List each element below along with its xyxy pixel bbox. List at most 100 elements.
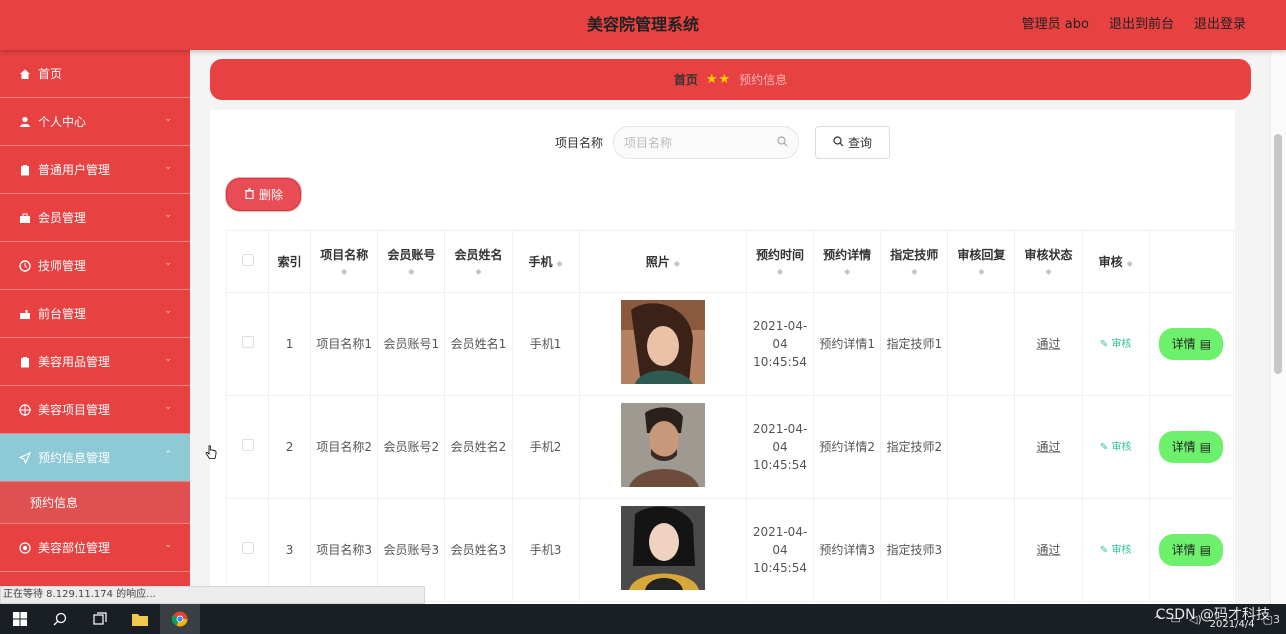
sidebar-item-technician-management[interactable]: 技师管理 ⌄ <box>0 242 190 290</box>
cell-phone: 手机3 <box>511 498 580 602</box>
sidebar-item-frontdesk-management[interactable]: 前台管理 ⌄ <box>0 290 190 338</box>
detail-button[interactable]: 详情 ▤ <box>1159 328 1224 360</box>
detail-button[interactable]: 详情 ▤ <box>1159 534 1224 566</box>
windows-start-icon[interactable] <box>0 604 40 634</box>
table-row: 1 项目名称1 会员账号1 会员姓名1 手机1 2021-04-04 10:45… <box>225 292 1235 396</box>
task-view-icon[interactable] <box>80 604 120 634</box>
cell-audit: ✎ 审核 <box>1081 498 1150 602</box>
cell-status: 通过 <box>1014 292 1083 396</box>
cell-detail: 预约详情2 <box>813 395 882 499</box>
appointment-table: 索引 项目名称 ◆ 会员账号 ◆ 会员姓名 ◆ 手机 ◆ 照片 ◆ 预约时间 ◆ 预约详情 ◆… <box>225 230 1235 602</box>
sidebar-item-user-management[interactable]: 普通用户管理 ⌄ <box>0 146 190 194</box>
chevron-down-icon: ⌄ <box>164 306 172 316</box>
col-detail[interactable]: 预约详情 ◆ <box>813 230 882 293</box>
delete-button[interactable]: 删除 <box>226 178 301 211</box>
logout-link[interactable]: 退出登录 <box>1194 0 1246 50</box>
col-audit[interactable]: 审核 ◆ <box>1081 230 1150 293</box>
cell-actions: 详情 ▤ <box>1148 395 1235 499</box>
clipboard-icon <box>18 355 32 369</box>
audit-link[interactable]: ✎ 审核 <box>1100 442 1132 453</box>
sidebar-item-home[interactable]: 首页 <box>0 50 190 98</box>
cell-audit: ✎ 审核 <box>1081 395 1150 499</box>
col-name[interactable]: 会员姓名 ◆ <box>444 230 513 293</box>
cell-photo <box>578 395 747 499</box>
cell-tech: 指定技师2 <box>880 395 949 499</box>
watermark-text: CSDN @码才科技 <box>1155 607 1270 623</box>
sidebar-item-beauty-supplies-management[interactable]: 美容用品管理 ⌄ <box>0 338 190 386</box>
row-checkbox[interactable] <box>225 395 270 499</box>
search-icon <box>777 135 788 150</box>
admin-label[interactable]: 管理员 abo <box>1022 0 1089 50</box>
audit-link[interactable]: ✎ 审核 <box>1100 339 1132 350</box>
send-icon <box>18 451 32 465</box>
sort-icon: ◆ <box>341 267 348 276</box>
sidebar-item-label: 预约信息管理 <box>38 451 111 465</box>
cell-tech: 指定技师3 <box>880 498 949 602</box>
sidebar-item-label: 个人中心 <box>38 115 87 129</box>
col-tech[interactable]: 指定技师 ◆ <box>880 230 949 293</box>
col-actions <box>1148 230 1235 293</box>
sort-icon: ◆ <box>408 267 415 276</box>
chevron-down-icon: ⌄ <box>164 258 172 268</box>
edit-icon: ✎ <box>1099 339 1109 350</box>
sidebar-item-beauty-project-management[interactable]: 美容项目管理 ⌄ <box>0 386 190 434</box>
file-explorer-icon[interactable] <box>120 604 160 634</box>
sort-icon: ◆ <box>556 259 563 268</box>
cell-photo <box>578 292 747 396</box>
query-button-label: 查询 <box>847 136 872 150</box>
browser-status-bar: 正在等待 8.129.11.174 的响应... <box>0 586 425 604</box>
table-row: 2 项目名称2 会员账号2 会员姓名2 手机2 2021-04-04 10:45… <box>225 395 1235 499</box>
scrollbar-thumb[interactable] <box>1274 134 1282 374</box>
cell-account: 会员账号2 <box>377 395 446 499</box>
vertical-scrollbar[interactable] <box>1270 50 1286 610</box>
edit-icon: ✎ <box>1099 442 1109 453</box>
sidebar-item-personal-center[interactable]: 个人中心 ⌄ <box>0 98 190 146</box>
select-all-checkbox[interactable] <box>225 230 270 293</box>
col-reply[interactable]: 审核回复 ◆ <box>947 230 1016 293</box>
sidebar-item-label: 美容部位管理 <box>38 541 111 555</box>
sidebar-item-label: 美容用品管理 <box>38 355 111 369</box>
chrome-icon[interactable] <box>160 604 200 634</box>
trash-icon <box>244 187 255 202</box>
audit-link[interactable]: ✎ 审核 <box>1100 545 1132 556</box>
cell-time: 2021-04-04 10:45:54 <box>745 292 815 396</box>
search-bar: 项目名称 查询 <box>210 126 1235 159</box>
member-photo[interactable] <box>620 505 705 590</box>
col-account[interactable]: 会员账号 ◆ <box>377 230 446 293</box>
query-button[interactable]: 查询 <box>815 126 890 159</box>
col-time[interactable]: 预约时间 ◆ <box>745 230 815 293</box>
sort-icon: ◆ <box>1045 267 1052 276</box>
detail-button[interactable]: 详情 ▤ <box>1159 431 1224 463</box>
sidebar-item-label: 普通用户管理 <box>38 163 111 177</box>
row-checkbox[interactable] <box>225 292 270 396</box>
sort-icon: ◆ <box>844 267 851 276</box>
cell-project: 项目名称2 <box>310 395 379 499</box>
col-photo[interactable]: 照片 ◆ <box>578 230 747 293</box>
cell-time: 2021-04-04 10:45:54 <box>745 498 815 602</box>
sidebar-item-body-part-management[interactable]: 美容部位管理 ⌄ <box>0 524 190 572</box>
cell-phone: 手机1 <box>511 292 580 396</box>
search-input[interactable] <box>624 135 764 150</box>
document-icon: ▤ <box>1199 337 1212 351</box>
col-index: 索引 <box>268 230 312 293</box>
search-icon[interactable] <box>40 604 80 634</box>
cell-name: 会员姓名3 <box>444 498 513 602</box>
user-icon <box>18 115 32 129</box>
sidebar-item-member-management[interactable]: 会员管理 ⌄ <box>0 194 190 242</box>
search-label: 项目名称 <box>554 136 603 150</box>
home-icon <box>18 67 32 81</box>
breadcrumb-home[interactable]: 首页 <box>674 71 698 88</box>
member-photo[interactable] <box>620 402 705 487</box>
cell-reply <box>947 395 1016 499</box>
col-status[interactable]: 审核状态 ◆ <box>1014 230 1083 293</box>
exit-front-link[interactable]: 退出到前台 <box>1109 0 1174 50</box>
member-photo[interactable] <box>620 299 705 384</box>
col-phone[interactable]: 手机 ◆ <box>511 230 580 293</box>
cell-audit: ✎ 审核 <box>1081 292 1150 396</box>
sidebar-item-appointment-management[interactable]: 预约信息管理 ⌃ <box>0 434 190 482</box>
chevron-down-icon: ⌄ <box>164 114 172 124</box>
search-input-wrapper[interactable] <box>613 126 799 159</box>
col-project[interactable]: 项目名称 ◆ <box>310 230 379 293</box>
sidebar: 首页 个人中心 ⌄ 普通用户管理 ⌄ 会员管理 ⌄ 技师管理 ⌄ 前台管理 ⌄ <box>0 50 190 610</box>
sidebar-subitem-appointment-info[interactable]: 预约信息 <box>0 482 190 524</box>
